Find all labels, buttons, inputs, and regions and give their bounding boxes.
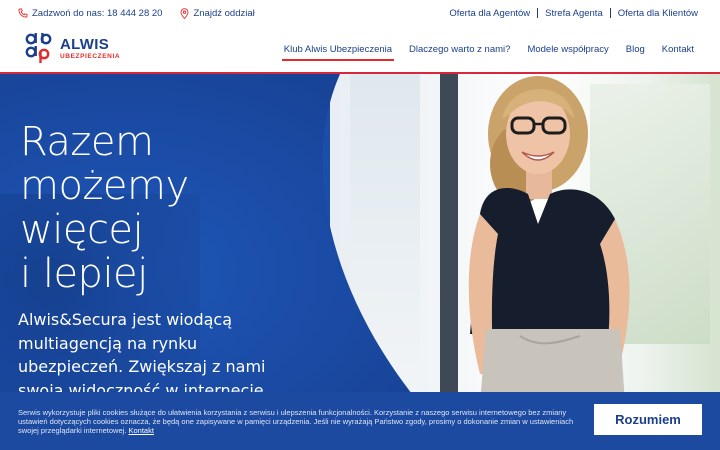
main-nav: Klub Alwis Ubezpieczenia Dlaczego warto … [281,40,694,61]
phone-label: Zadzwoń do nas: 18 444 28 20 [32,7,163,19]
logo[interactable]: ALWIS UBEZPIECZENIA [22,30,120,69]
top-links: Oferta dla Agentów Strefa Agenta Oferta … [449,8,698,19]
hero-title-line: Razem [20,119,154,165]
location-pin-icon [180,7,189,19]
nav-item-contact[interactable]: Kontakt [662,40,694,59]
cookie-banner: Serwis wykorzystuje pliki cookies służąc… [0,392,720,450]
hero-description: Alwis&Secura jest wiodącą multiagencją n… [18,310,269,400]
hero-title: Razem możemy więcej i lepiej [20,120,320,296]
main-header: ALWIS UBEZPIECZENIA Klub Alwis Ubezpiecz… [0,26,720,72]
contact-info: Zadzwoń do nas: 18 444 28 20 Znajdź oddz… [18,8,255,19]
accept-cookies-button[interactable]: Rozumiem [594,404,702,435]
agents-offer-link[interactable]: Oferta dla Agentów [449,8,530,19]
cookie-message: Serwis wykorzystuje pliki cookies służąc… [18,408,578,435]
nav-item-why-us[interactable]: Dlaczego warto z nami? [409,40,510,59]
agent-zone-link[interactable]: Strefa Agenta [545,8,603,19]
divider [609,8,611,18]
hero-title-line: i lepiej [20,251,148,297]
logo-subtitle: UBEZPIECZENIA [60,53,121,61]
cookie-contact-link[interactable]: Kontakt [128,426,153,435]
smiling-woman-image [468,76,630,404]
hero-title-line: więcej [20,207,144,253]
hero-title-line: możemy [20,163,189,209]
find-branch-label: Znajdź oddział [193,7,255,19]
nav-item-blog[interactable]: Blog [626,40,645,59]
logo-brand: ALWIS [60,36,109,54]
divider [537,8,539,18]
nav-item-club[interactable]: Klub Alwis Ubezpieczenia [281,40,395,61]
find-branch-link[interactable]: Znajdź oddział [180,7,255,19]
logo-text: ALWIS UBEZPIECZENIA [60,37,120,61]
cookie-text: Serwis wykorzystuje pliki cookies służąc… [18,407,574,435]
clients-offer-link[interactable]: Oferta dla Klientów [618,8,698,19]
logo-mark-icon [22,30,56,69]
phone-link[interactable]: Zadzwoń do nas: 18 444 28 20 [18,8,162,19]
hero-section: Razem możemy więcej i lepiej Alwis&Secur… [0,74,720,404]
top-bar: Zadzwoń do nas: 18 444 28 20 Znajdź oddz… [0,0,720,26]
nav-item-cooperation-models[interactable]: Modele współpracy [527,40,608,59]
phone-icon [18,8,28,18]
